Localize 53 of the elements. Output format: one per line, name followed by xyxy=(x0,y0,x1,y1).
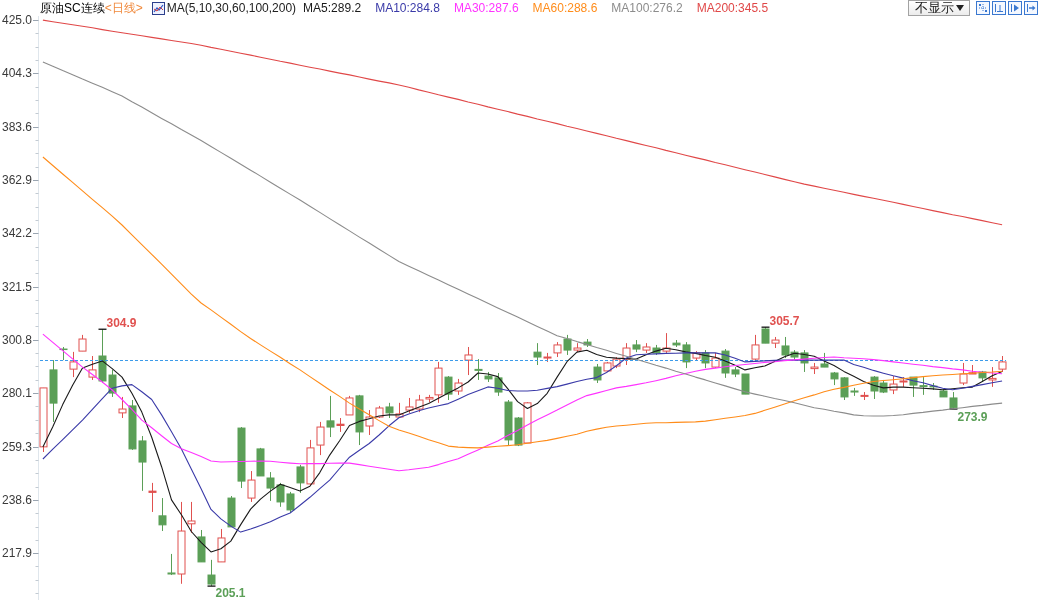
chart-title: 原油SC连续 xyxy=(40,0,105,16)
low-price-label: 273.9 xyxy=(957,410,988,424)
caret-icon xyxy=(956,5,964,11)
candlestick xyxy=(316,421,325,456)
candlestick xyxy=(583,338,592,348)
axis-label: 362.9 xyxy=(1,172,32,187)
candlestick xyxy=(385,402,394,419)
axis-label: 383.6 xyxy=(1,119,32,134)
marker-icon xyxy=(760,326,771,328)
axis-label: 342.2 xyxy=(1,226,32,241)
axis-label: 300.8 xyxy=(1,332,32,347)
candlestick xyxy=(227,495,236,528)
candlestick xyxy=(523,401,532,444)
marker-icon xyxy=(97,328,108,330)
bracket-icon[interactable] xyxy=(992,1,1006,15)
line-chart-icon[interactable] xyxy=(151,1,165,15)
ma-reading: MA200:345.5 xyxy=(696,0,769,16)
ma-reading: MA5:289.2 xyxy=(303,0,362,16)
axis-label: 404.3 xyxy=(1,66,32,81)
axis-label: 321.5 xyxy=(1,279,32,294)
ma-reading: MA10:284.8 xyxy=(375,0,440,16)
candlestick xyxy=(158,497,167,532)
candlestick xyxy=(266,471,275,502)
axis-label: 259.3 xyxy=(1,439,32,454)
ma-reading: MA30:287.6 xyxy=(453,0,519,16)
high-price-label: 305.7 xyxy=(769,314,800,329)
candlestick xyxy=(197,529,206,563)
axis-label: 280.1 xyxy=(1,386,32,401)
candlestick xyxy=(464,346,473,376)
candlestick xyxy=(207,559,216,587)
candlestick xyxy=(820,352,829,368)
candlestick xyxy=(217,528,226,563)
axis-label: 238.6 xyxy=(1,492,32,507)
candlestick xyxy=(998,355,1007,373)
grid-icon[interactable] xyxy=(976,1,990,15)
step-icon[interactable] xyxy=(1008,1,1022,15)
candlestick xyxy=(395,402,404,419)
candlestick xyxy=(642,342,651,354)
candlestick xyxy=(256,447,265,477)
ma-reading: MA100:276.2 xyxy=(611,0,683,16)
candlestick xyxy=(39,387,48,453)
indicator-label: MA(5,10,30,60,100,200) xyxy=(166,0,297,16)
axis-label: 425.0 xyxy=(1,13,32,28)
exit-icon[interactable] xyxy=(1024,1,1038,15)
low-price-label: 205.1 xyxy=(215,586,246,600)
candlestick xyxy=(405,397,414,414)
high-price-label: 304.9 xyxy=(106,316,137,331)
marker-icon xyxy=(206,585,217,587)
candlestick xyxy=(276,482,285,508)
candlestick xyxy=(286,491,295,514)
ma-reading: MA60:288.6 xyxy=(532,0,598,16)
display-dropdown[interactable]: 不显示 xyxy=(908,0,970,16)
axis-label: 217.9 xyxy=(1,546,32,561)
